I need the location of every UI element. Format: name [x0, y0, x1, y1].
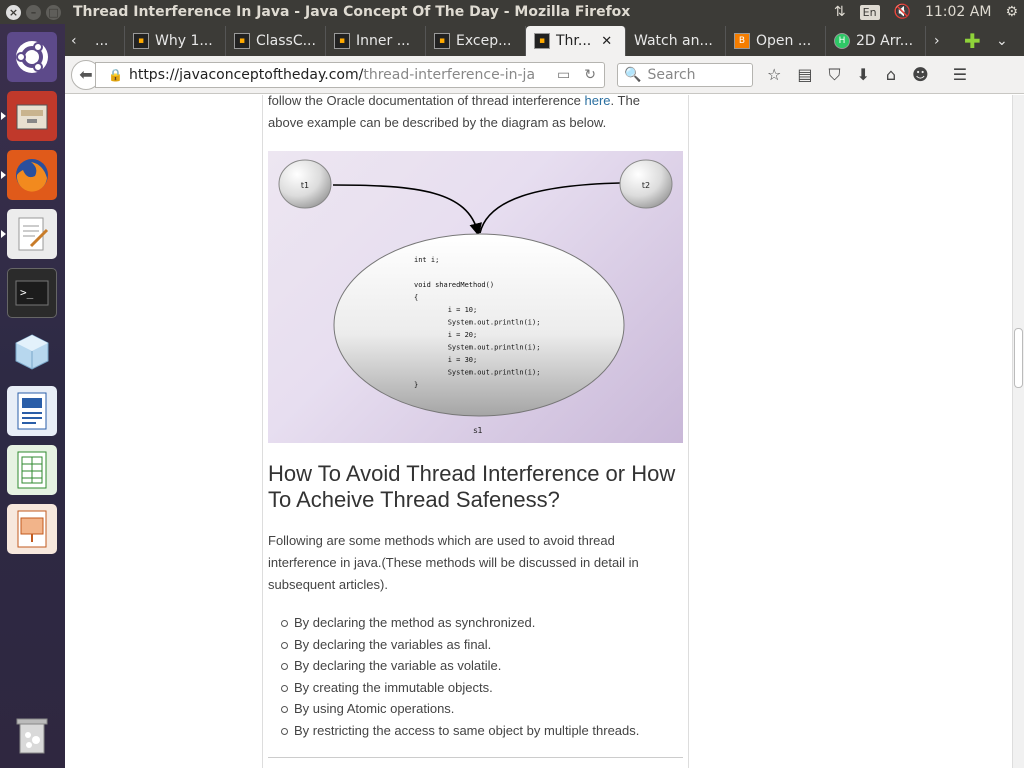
tab-2d-arr[interactable]: H 2D Arr...	[826, 26, 926, 56]
url-path: thread-interference-in-ja	[363, 66, 536, 83]
clock[interactable]: 11:02 AM	[925, 4, 991, 20]
methods-intro-paragraph: Following are some methods which are use…	[268, 533, 639, 592]
code-line: {	[414, 294, 418, 302]
oracle-docs-link[interactable]: here	[585, 95, 611, 108]
scroll-tabs-right-icon[interactable]: ›	[926, 26, 956, 56]
volume-muted-icon[interactable]: 🔇	[894, 4, 911, 20]
scroll-tabs-left-icon[interactable]: ‹	[65, 26, 91, 56]
code-line: i = 10;	[414, 306, 477, 314]
window-title: Thread Interference In Java - Java Conce…	[73, 4, 631, 20]
window-controls: × – □	[6, 4, 61, 20]
tab-list-chevron-down-icon[interactable]: ⌄	[988, 26, 1018, 56]
code-line: void sharedMethod()	[414, 281, 494, 289]
url-host: https://javaconceptoftheday.com/	[128, 66, 364, 83]
code-line: }	[414, 381, 418, 389]
svg-text:>_: >_	[20, 286, 34, 299]
running-indicator	[1, 230, 6, 238]
pocket-icon[interactable]: ⛉	[828, 65, 840, 85]
toolbar-icons: ☆ ▤ ⛉ ⬇ ⌂ ☻ ☰	[767, 65, 967, 85]
close-tab-icon[interactable]: ✕	[601, 34, 612, 49]
tab-thread-interference[interactable]: ▪ Thr... ✕	[526, 26, 626, 56]
unity-launcher: >_	[0, 24, 65, 768]
bookmarks-library-icon[interactable]: ▤	[797, 65, 812, 85]
tab-hidden[interactable]: ...	[91, 26, 125, 56]
firefox-icon[interactable]	[1, 150, 57, 200]
libreoffice-writer-icon[interactable]	[7, 386, 57, 436]
blogger-icon: B	[734, 33, 750, 49]
terminal-icon[interactable]: >_	[7, 268, 57, 318]
hackerrank-icon: H	[834, 33, 850, 49]
browser-nav-bar: ⬅ 🔒 https://javaconceptoftheday.com/thre…	[65, 56, 1024, 94]
tab-why[interactable]: ▪ Why 1...	[125, 26, 226, 56]
black-square-icon: ▪	[434, 33, 450, 49]
black-square-icon: ▪	[133, 33, 149, 49]
libreoffice-impress-icon[interactable]	[7, 504, 57, 554]
reload-icon[interactable]: ↻	[584, 67, 596, 83]
list-item: By declaring the variables as final.	[268, 634, 683, 656]
article-column: follow the Oracle documentation of threa…	[262, 95, 689, 768]
page-scrollbar[interactable]	[1012, 95, 1024, 768]
tab-watch[interactable]: Watch an...	[626, 26, 726, 56]
system-settings-gear-icon[interactable]: ⚙	[1005, 4, 1018, 20]
search-placeholder: Search	[647, 66, 696, 83]
divider	[268, 757, 683, 758]
code-line: System.out.println(i);	[414, 344, 540, 352]
code-line: System.out.println(i);	[414, 319, 540, 327]
black-square-icon: ▪	[534, 33, 550, 49]
page-content: follow the Oracle documentation of threa…	[65, 95, 1024, 768]
ubuntu-dash-icon[interactable]	[7, 32, 57, 82]
section-heading: How To Avoid Thread Interference or How …	[268, 461, 676, 512]
list-item: By declaring the variable as volatile.	[268, 655, 683, 677]
reader-view-icon[interactable]: ▭	[557, 67, 570, 83]
tab-inner[interactable]: ▪ Inner ...	[326, 26, 426, 56]
minimize-window-button[interactable]: –	[26, 4, 41, 20]
search-icon: 🔍	[624, 66, 642, 83]
running-indicator	[1, 112, 6, 120]
scrollbar-thumb[interactable]	[1014, 328, 1023, 388]
libreoffice-calc-icon[interactable]	[7, 445, 57, 495]
code-line: System.out.println(i);	[414, 369, 540, 377]
files-icon[interactable]	[1, 91, 57, 141]
node-t2-label: t2	[642, 181, 650, 190]
downloads-arrow-icon[interactable]: ⬇	[856, 65, 869, 85]
code-line: i = 30;	[414, 356, 477, 364]
virtualbox-cube-icon[interactable]	[7, 327, 57, 377]
keyboard-layout-indicator[interactable]: En	[859, 4, 880, 20]
list-item: By using Atomic operations.	[268, 698, 683, 720]
node-s1-label: s1	[473, 426, 482, 435]
list-item: By restricting the access to same object…	[268, 720, 683, 742]
hello-smiley-icon[interactable]: ☻	[912, 65, 929, 85]
list-item: By declaring the method as synchronized.	[268, 612, 683, 634]
edge-t2-to-s1	[479, 182, 621, 234]
bookmark-star-icon[interactable]: ☆	[767, 65, 781, 85]
thread-diagram: t1 t2 s1 int i; void sharedMethod() { i = …	[268, 151, 683, 443]
maximize-window-button[interactable]: □	[46, 4, 61, 20]
intro-paragraph: follow the Oracle documentation of threa…	[268, 95, 640, 130]
running-indicator	[1, 171, 6, 179]
code-line: int i;	[414, 256, 439, 264]
text-editor-icon[interactable]	[1, 209, 57, 259]
close-window-button[interactable]: ×	[6, 4, 21, 20]
menu-hamburger-icon[interactable]: ☰	[953, 65, 967, 85]
tab-open[interactable]: B Open ...	[726, 26, 826, 56]
trash-icon[interactable]	[7, 710, 57, 760]
secure-lock-icon[interactable]: 🔒	[108, 68, 123, 82]
system-tray: ⇅ En 🔇 11:02 AM ⚙	[834, 0, 1018, 24]
list-item: By creating the immutable objects.	[268, 677, 683, 699]
home-icon[interactable]: ⌂	[886, 65, 896, 85]
edge-t1-to-s1	[332, 184, 482, 237]
methods-list: By declaring the method as synchronized.…	[268, 612, 683, 741]
node-t1-label: t1	[301, 181, 309, 190]
tab-classc[interactable]: ▪ ClassC...	[226, 26, 326, 56]
tab-excep[interactable]: ▪ Excep...	[426, 26, 526, 56]
url-bar[interactable]: 🔒 https://javaconceptoftheday.com/thread…	[95, 61, 605, 88]
network-icon[interactable]: ⇅	[834, 4, 846, 20]
browser-tab-strip: ‹ ... ▪ Why 1... ▪ ClassC... ▪ Inner ... ▪ E…	[65, 24, 1024, 56]
black-square-icon: ▪	[334, 33, 350, 49]
new-tab-plus-icon[interactable]: ✚	[956, 26, 988, 56]
code-line: i = 20;	[414, 331, 477, 339]
black-square-icon: ▪	[234, 33, 250, 49]
system-top-bar: × – □ Thread Interference In Java - Java…	[0, 0, 1024, 24]
search-input[interactable]: 🔍 Search	[617, 62, 753, 87]
